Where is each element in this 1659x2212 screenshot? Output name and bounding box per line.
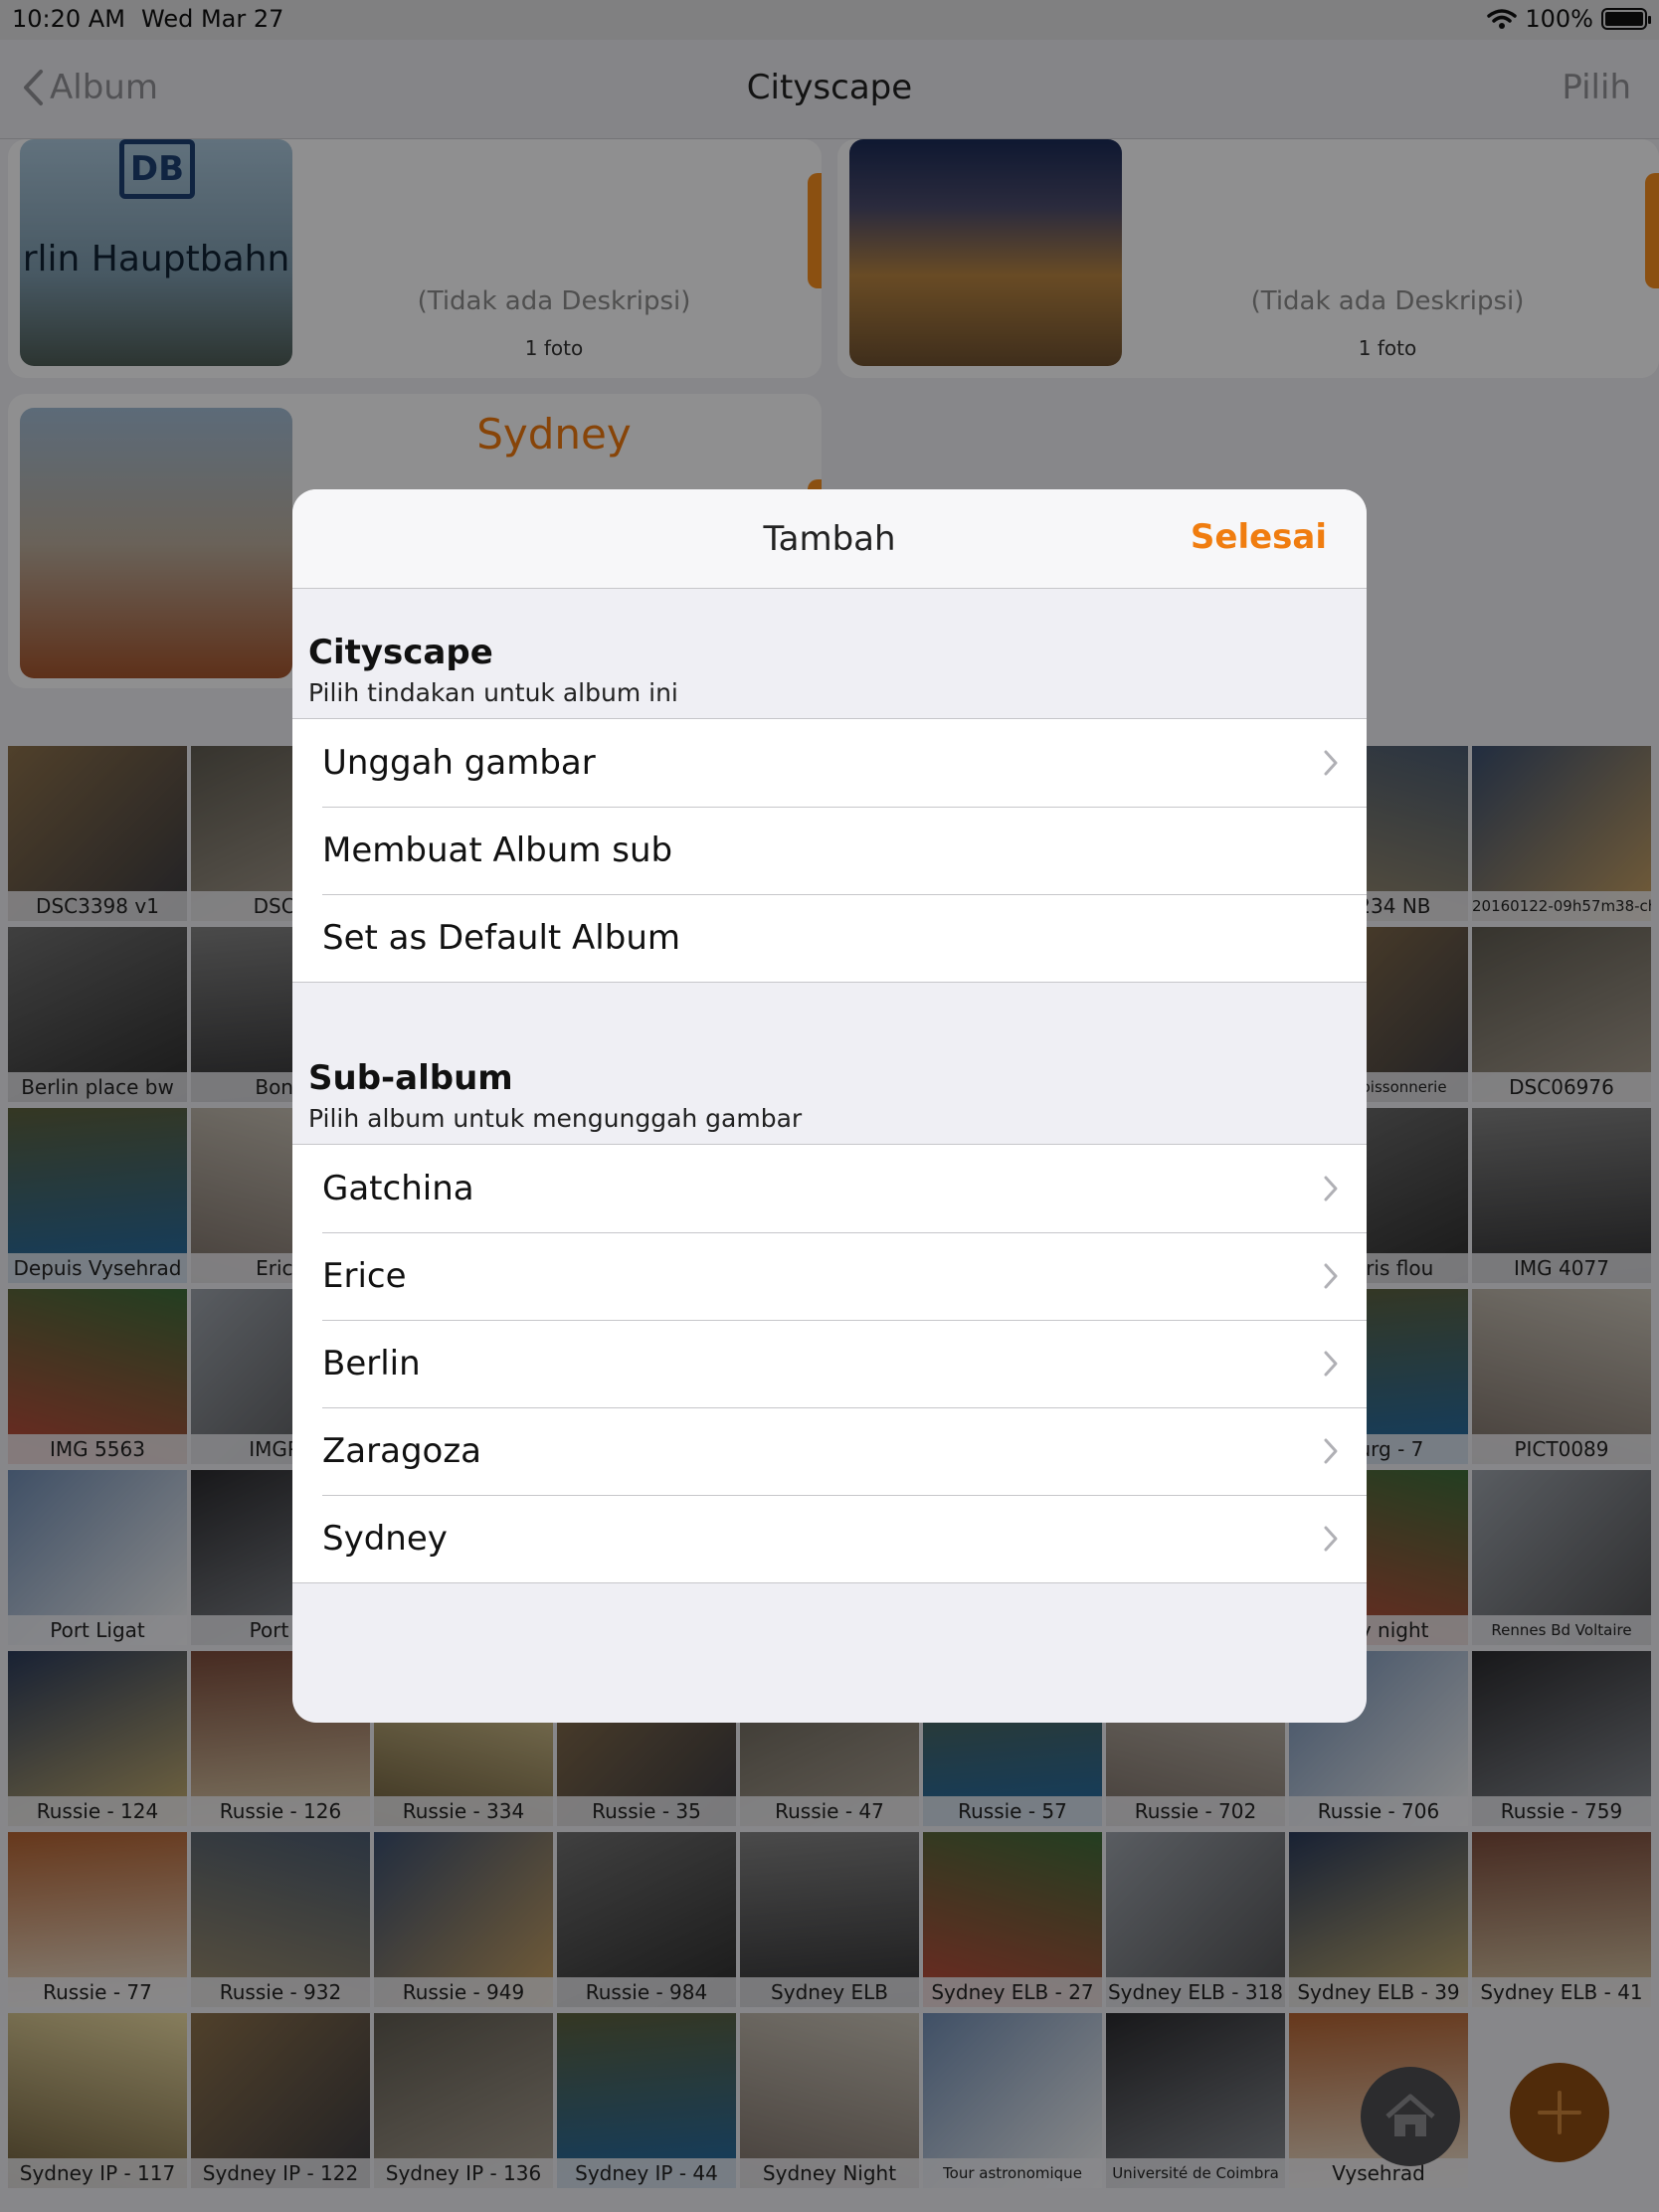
action-list: Unggah gambar Membuat Album sub Set as D… bbox=[292, 718, 1367, 983]
section-subtitle: Pilih album untuk mengunggah gambar bbox=[308, 1104, 803, 1133]
row-label: Unggah gambar bbox=[322, 743, 596, 783]
create-sub-album-row[interactable]: Membuat Album sub bbox=[292, 807, 1367, 894]
row-label: Berlin bbox=[322, 1344, 421, 1383]
row-label: Zaragoza bbox=[322, 1431, 482, 1471]
row-label: Sydney bbox=[322, 1519, 448, 1559]
sub-album-row-erice[interactable]: Erice bbox=[292, 1232, 1367, 1320]
chevron-right-icon bbox=[1324, 1438, 1338, 1464]
section-subtitle: Pilih tindakan untuk album ini bbox=[308, 678, 678, 707]
done-button[interactable]: Selesai bbox=[1191, 517, 1327, 557]
sub-album-row-sydney[interactable]: Sydney bbox=[292, 1495, 1367, 1582]
chevron-right-icon bbox=[1324, 1351, 1338, 1377]
section-header-cityscape: Cityscape Pilih tindakan untuk album ini bbox=[308, 633, 678, 707]
sub-album-list: Gatchina Erice Berlin Zaragoza Sydney bbox=[292, 1144, 1367, 1583]
row-label: Set as Default Album bbox=[322, 918, 680, 958]
section-title: Cityscape bbox=[308, 633, 493, 672]
row-label: Erice bbox=[322, 1256, 407, 1296]
sub-album-row-berlin[interactable]: Berlin bbox=[292, 1320, 1367, 1407]
modal-header: Tambah Selesai bbox=[292, 489, 1367, 589]
row-label: Gatchina bbox=[322, 1169, 474, 1208]
upload-image-row[interactable]: Unggah gambar bbox=[292, 719, 1367, 807]
row-label: Membuat Album sub bbox=[322, 830, 673, 870]
sub-album-row-gatchina[interactable]: Gatchina bbox=[292, 1145, 1367, 1232]
chevron-right-icon bbox=[1324, 1263, 1338, 1289]
sub-album-row-zaragoza[interactable]: Zaragoza bbox=[292, 1407, 1367, 1495]
set-default-album-row[interactable]: Set as Default Album bbox=[292, 894, 1367, 982]
section-header-sub-album: Sub-album Pilih album untuk mengunggah g… bbox=[308, 1058, 802, 1133]
chevron-right-icon bbox=[1324, 750, 1338, 776]
section-title: Sub-album bbox=[308, 1058, 513, 1098]
add-modal: Tambah Selesai Cityscape Pilih tindakan … bbox=[292, 489, 1367, 1723]
chevron-right-icon bbox=[1324, 1526, 1338, 1552]
chevron-right-icon bbox=[1324, 1176, 1338, 1201]
